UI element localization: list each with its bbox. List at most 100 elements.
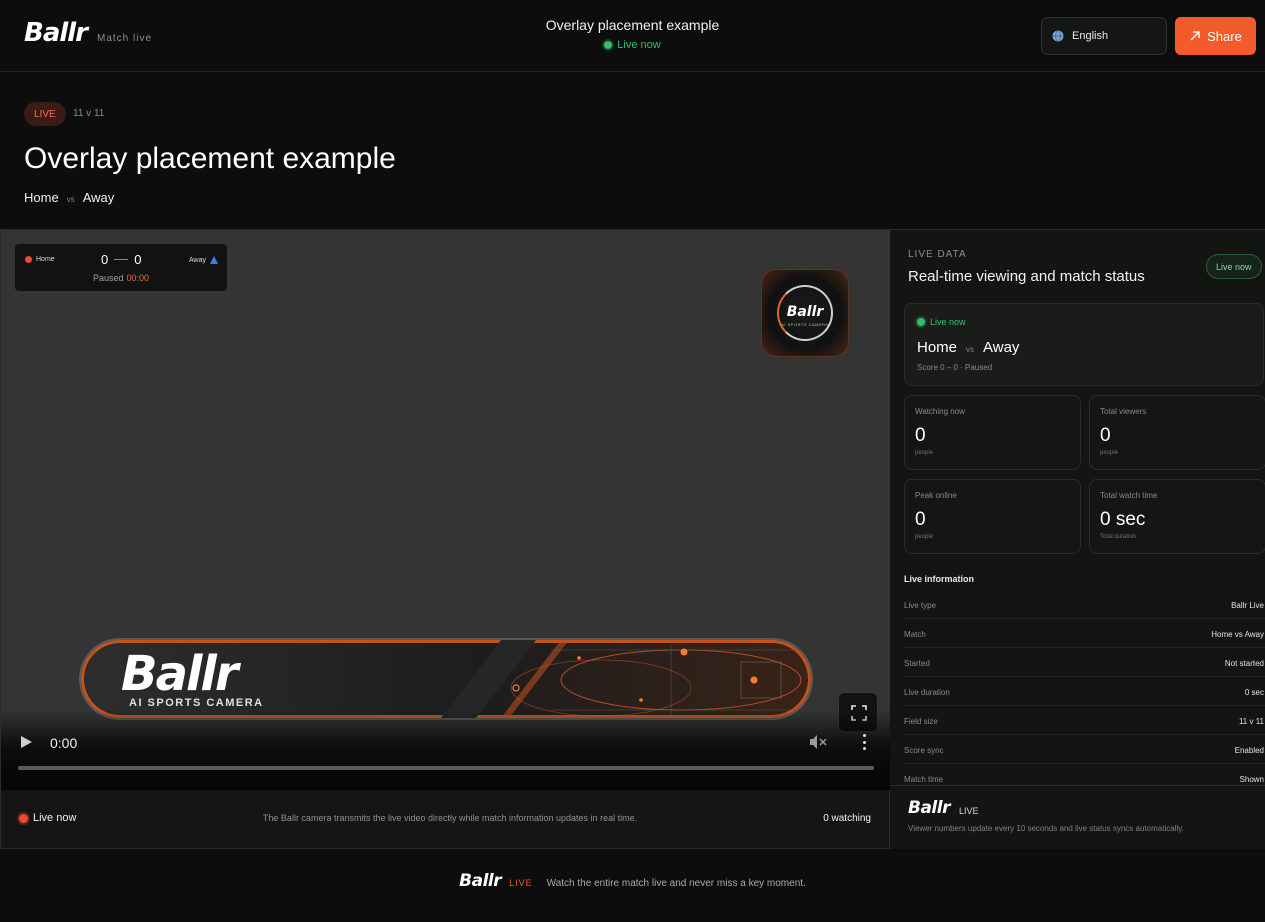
share-label: Share bbox=[1207, 28, 1242, 44]
stat-unit: Total duration bbox=[1100, 534, 1137, 540]
current-time: 0:00 bbox=[50, 735, 78, 751]
away-color-icon bbox=[210, 256, 218, 264]
info-key: Score sync bbox=[904, 746, 944, 755]
info-value: 0 sec bbox=[1244, 688, 1264, 697]
live-information-title: Live information bbox=[904, 574, 975, 584]
ballr-banner-overlay: Ballr AI SPORTS CAMERA bbox=[81, 640, 811, 718]
info-key: Live duration bbox=[904, 688, 950, 697]
scoreboard-status: Paused 00:00 bbox=[15, 273, 227, 283]
home-score: 0 bbox=[101, 252, 109, 267]
info-value: Ballr Live bbox=[1231, 601, 1264, 610]
panel-heading: Real-time viewing and match status bbox=[908, 268, 1145, 285]
video-player[interactable]: Home 0 0 Away Paused 00:00 Ballr AI SPORT… bbox=[0, 229, 890, 790]
stat-value: 0 bbox=[915, 509, 926, 530]
live-dot-icon bbox=[917, 318, 925, 326]
panel-status-pill: Live now bbox=[1206, 254, 1262, 279]
live-dot-icon bbox=[604, 41, 613, 49]
info-row: Started Not started bbox=[904, 648, 1265, 677]
more-options-icon[interactable] bbox=[863, 734, 867, 750]
watching-count: 0 watching bbox=[823, 813, 871, 824]
language-label: English bbox=[1072, 30, 1109, 42]
scoreboard-away-label: Away bbox=[189, 256, 206, 264]
scoreboard-home-label: Home bbox=[36, 256, 55, 263]
footer-tagline: Watch the entire match live and never mi… bbox=[546, 878, 806, 889]
info-value: Enabled bbox=[1234, 746, 1264, 755]
corner-logo-subtext: AI SPORTS CAMERA bbox=[781, 322, 829, 327]
video-footer: Live now The Ballr camera transmits the … bbox=[0, 790, 890, 849]
footer-logo: Ballr bbox=[459, 871, 502, 891]
stat-total-watch-time: Total watch time 0 sec Total duration bbox=[1089, 479, 1265, 554]
panel-footer-description: Viewer numbers update every 10 seconds a… bbox=[908, 824, 1184, 833]
stat-unit: people bbox=[1100, 450, 1119, 456]
page-footer: Ballr LIVE Watch the entire match live a… bbox=[0, 849, 1265, 922]
live-badge: LIVE bbox=[24, 102, 66, 126]
player-controls: 0:00 bbox=[1, 710, 890, 790]
globe-icon bbox=[1052, 30, 1064, 42]
match-card-vs: vs bbox=[966, 345, 975, 354]
corner-logo-text: Ballr bbox=[786, 304, 824, 320]
match-card-away: Away bbox=[983, 339, 1020, 356]
top-live-indicator: Live now bbox=[604, 39, 661, 51]
mute-icon[interactable] bbox=[809, 734, 827, 750]
stat-unit: people bbox=[915, 450, 934, 456]
info-row: Match Home vs Away bbox=[904, 619, 1265, 648]
stat-label: Total viewers bbox=[1100, 407, 1147, 416]
video-footer-description: The Ballr camera transmits the live vide… bbox=[262, 813, 638, 823]
away-score: 0 bbox=[134, 252, 142, 267]
match-card-status: Live now bbox=[930, 317, 966, 327]
vs-label: vs bbox=[66, 195, 75, 204]
info-key: Live type bbox=[904, 601, 937, 610]
match-card-teams: Home vs Away bbox=[917, 339, 1019, 356]
scoreboard-overlay: Home 0 0 Away Paused 00:00 bbox=[15, 244, 227, 291]
info-row: Live type Ballr Live bbox=[904, 590, 1265, 619]
scoreboard-home: Home bbox=[25, 256, 55, 263]
progress-bar[interactable] bbox=[18, 766, 874, 770]
scoreboard-score: 0 0 bbox=[101, 252, 141, 267]
match-format: 11 v 11 bbox=[73, 108, 105, 119]
match-state: Paused bbox=[92, 273, 124, 283]
live-data-panel: LIVE DATA Real-time viewing and match st… bbox=[890, 229, 1265, 849]
stat-value: 0 sec bbox=[1100, 509, 1146, 530]
info-key: Match time bbox=[904, 775, 944, 784]
home-team: Home bbox=[24, 190, 59, 205]
panel-footer: Ballr LIVE Viewer numbers update every 1… bbox=[890, 785, 1265, 849]
panel-eyebrow: LIVE DATA bbox=[908, 249, 967, 260]
page-title: Overlay placement example bbox=[24, 142, 396, 175]
play-icon[interactable] bbox=[21, 736, 32, 748]
top-live-label: Live now bbox=[617, 39, 661, 51]
banner-subtext: AI SPORTS CAMERA bbox=[129, 697, 264, 709]
stat-watching-now: Watching now 0 people bbox=[904, 395, 1081, 470]
panel-footer-live: LIVE bbox=[959, 806, 979, 816]
info-value: 11 v 11 bbox=[1238, 717, 1264, 726]
stat-label: Peak online bbox=[915, 491, 957, 500]
info-key: Started bbox=[904, 659, 930, 668]
match-card-live: Live now bbox=[917, 317, 966, 327]
court-graphic-icon bbox=[441, 640, 802, 718]
away-team: Away bbox=[82, 190, 115, 205]
stat-value: 0 bbox=[1100, 425, 1111, 446]
share-button[interactable]: Share bbox=[1175, 17, 1256, 55]
share-arrow-icon bbox=[1190, 31, 1200, 41]
stat-value: 0 bbox=[915, 425, 926, 446]
match-card-home: Home bbox=[917, 339, 958, 356]
info-key: Match bbox=[904, 630, 926, 639]
info-row: Score sync Enabled bbox=[904, 735, 1265, 764]
stat-label: Watching now bbox=[915, 407, 965, 416]
stat-label: Total watch time bbox=[1100, 491, 1158, 500]
info-value: Shown bbox=[1239, 775, 1264, 784]
language-select[interactable]: English bbox=[1041, 17, 1167, 55]
stat-unit: people bbox=[915, 534, 934, 540]
stat-peak-online: Peak online 0 people bbox=[904, 479, 1081, 554]
home-color-icon bbox=[25, 256, 32, 263]
info-row: Live duration 0 sec bbox=[904, 677, 1265, 706]
info-value: Home vs Away bbox=[1211, 630, 1264, 639]
match-clock: 00:00 bbox=[126, 273, 150, 283]
teams-line: Home vs Away bbox=[24, 190, 114, 205]
match-card-meta: Score 0 – 0 · Paused bbox=[917, 363, 993, 372]
info-value: Not started bbox=[1224, 659, 1264, 668]
banner-logo: Ballr bbox=[121, 646, 239, 702]
footer-live-label: LIVE bbox=[509, 878, 533, 888]
info-row: Field size 11 v 11 bbox=[904, 706, 1265, 735]
panel-footer-logo: Ballr bbox=[908, 798, 950, 818]
stat-total-viewers: Total viewers 0 people bbox=[1089, 395, 1265, 470]
